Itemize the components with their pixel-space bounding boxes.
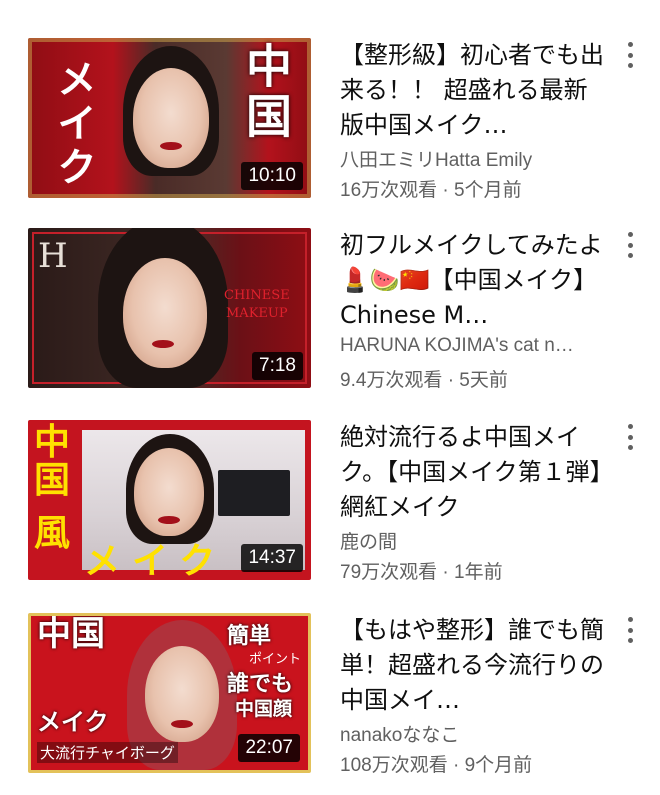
more-vert-icon[interactable] bbox=[618, 615, 642, 645]
duration-badge: 10:10 bbox=[241, 162, 303, 190]
video-stats: 9.4万次观看 · 5天前 bbox=[340, 370, 508, 391]
channel-name[interactable]: 鹿の間 bbox=[340, 527, 605, 554]
thumbnail-text: CHINESE bbox=[224, 288, 290, 303]
thumbnail-text: 中国 bbox=[37, 614, 105, 654]
duration-badge: 14:37 bbox=[241, 544, 303, 572]
video-stats: 108万次观看 · 9个月前 bbox=[340, 755, 533, 776]
video-title[interactable]: 【整形級】初心者でも出来る！！ 超盛れる最新版中国メイク… bbox=[340, 38, 605, 143]
channel-name[interactable]: nanakoななこ bbox=[340, 720, 605, 747]
channel-name[interactable]: HARUNA KOJIMA's cat n… bbox=[340, 335, 605, 357]
video-item[interactable]: H CHINESE MAKEUP 7:18 初フルメイクしてみたよ💄🍉🇨🇳【中国… bbox=[0, 228, 660, 398]
video-title[interactable]: 絶対流行るよ中国メイク。【中国メイク第１弾】網紅メイク bbox=[340, 420, 605, 525]
video-list: メイク 中国 10:10 【整形級】初心者でも出来る！！ 超盛れる最新版中国メイ… bbox=[0, 0, 660, 795]
thumbnail-text: MAKEUP bbox=[226, 306, 288, 321]
video-thumbnail[interactable]: H CHINESE MAKEUP 7:18 bbox=[28, 228, 311, 388]
thumbnail-text: 大流行チャイボーグ bbox=[37, 742, 178, 763]
video-item[interactable]: 中国 風 メイク 14:37 絶対流行るよ中国メイク。【中国メイク第１弾】網紅メ… bbox=[0, 420, 660, 590]
more-vert-icon[interactable] bbox=[618, 422, 642, 452]
video-thumbnail[interactable]: 中国 風 メイク 14:37 bbox=[28, 420, 311, 580]
thumbnail-text: メイク bbox=[37, 708, 109, 736]
thumbnail-text: ポイント bbox=[249, 652, 302, 667]
thumbnail-text: 簡単 bbox=[227, 624, 272, 649]
thumbnail-text: メイク bbox=[50, 58, 96, 190]
thumbnail-text: 中国顔 bbox=[235, 698, 293, 720]
more-vert-icon[interactable] bbox=[618, 40, 642, 70]
channel-name[interactable]: 八田エミリHatta Emily bbox=[340, 145, 605, 172]
thumbnail-text: 中国 bbox=[34, 422, 71, 501]
video-item[interactable]: メイク 中国 10:10 【整形級】初心者でも出来る！！ 超盛れる最新版中国メイ… bbox=[0, 38, 660, 208]
thumbnail-text: 中国 bbox=[239, 42, 293, 142]
thumbnail-text: H bbox=[38, 236, 68, 276]
video-stats: 79万次观看 · 1年前 bbox=[340, 562, 503, 583]
thumbnail-text: 風 bbox=[34, 513, 71, 554]
more-vert-icon[interactable] bbox=[618, 230, 642, 260]
thumbnail-text: メイク bbox=[84, 541, 228, 580]
video-thumbnail[interactable]: メイク 中国 10:10 bbox=[28, 38, 311, 198]
video-thumbnail[interactable]: 中国 メイク 簡単 ポイント 誰でも 中国顔 大流行チャイボーグ 22:07 bbox=[28, 613, 311, 773]
video-stats: 16万次观看 · 5个月前 bbox=[340, 180, 522, 201]
video-item[interactable]: 中国 メイク 簡単 ポイント 誰でも 中国顔 大流行チャイボーグ 22:07 【… bbox=[0, 613, 660, 783]
video-title[interactable]: 【もはや整形】誰でも簡単！超盛れる今流行りの中国メイ… bbox=[340, 613, 605, 718]
video-title[interactable]: 初フルメイクしてみたよ💄🍉🇨🇳【中国メイク】Chinese M… bbox=[340, 228, 605, 333]
duration-badge: 22:07 bbox=[238, 734, 300, 762]
duration-badge: 7:18 bbox=[252, 352, 303, 380]
